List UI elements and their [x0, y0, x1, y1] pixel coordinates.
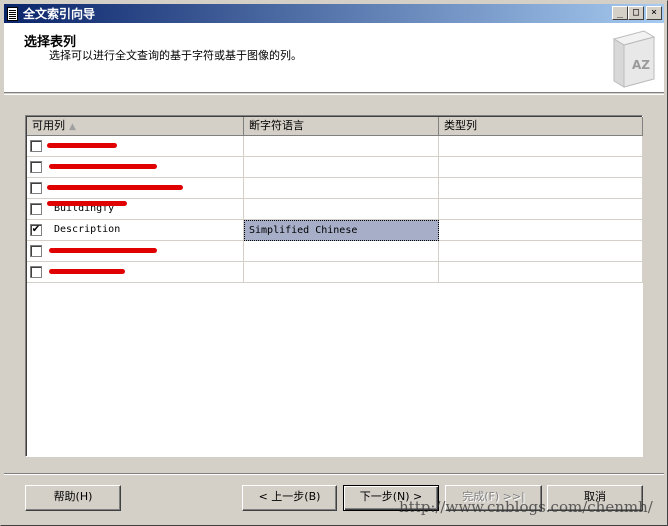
- redaction-mark: [49, 269, 125, 274]
- wizard-header: 选择表列 选择可以进行全文查询的基于字符或基于图像的列。 AZ: [4, 23, 664, 93]
- language-cell[interactable]: [244, 241, 439, 262]
- type-column-cell[interactable]: [439, 241, 643, 262]
- table-row[interactable]: ✔ Description Simplified Chinese: [27, 220, 643, 241]
- redaction-mark: [49, 248, 157, 253]
- table-row[interactable]: [27, 157, 643, 178]
- row-checkbox[interactable]: [30, 245, 42, 257]
- available-column-cell: [27, 157, 244, 178]
- help-button[interactable]: 帮助(H): [25, 485, 121, 511]
- language-cell[interactable]: [244, 178, 439, 199]
- language-cell[interactable]: [244, 136, 439, 157]
- type-column-cell[interactable]: [439, 178, 643, 199]
- language-cell[interactable]: [244, 262, 439, 283]
- row-checkbox[interactable]: [30, 140, 42, 152]
- maximize-button[interactable]: □: [628, 6, 644, 20]
- close-button[interactable]: ×: [646, 6, 662, 20]
- table-row[interactable]: [27, 262, 643, 283]
- book-az-label: AZ: [632, 58, 650, 72]
- window-title: 全文索引向导: [23, 7, 96, 21]
- column-header-type[interactable]: 类型列: [439, 117, 643, 136]
- row-checkbox[interactable]: [30, 266, 42, 278]
- redaction-mark: [49, 164, 157, 169]
- title-bar[interactable]: 全文索引向导 _ □ ×: [4, 4, 664, 23]
- app-icon: [7, 6, 18, 21]
- column-header-language[interactable]: 断字符语言: [244, 117, 439, 136]
- available-column-cell: [27, 262, 244, 283]
- language-cell[interactable]: [244, 157, 439, 178]
- column-name: Description: [54, 224, 121, 235]
- language-cell[interactable]: [244, 199, 439, 220]
- redaction-mark: [47, 185, 183, 190]
- row-checkbox[interactable]: [30, 161, 42, 173]
- row-checkbox[interactable]: ✔: [30, 224, 42, 236]
- columns-grid[interactable]: 可用列 ▲ 断字符语言 类型列 Buildingfy ✔ Description Sim…: [25, 115, 643, 457]
- type-column-cell[interactable]: [439, 199, 643, 220]
- header-divider: [4, 94, 664, 95]
- column-header-available[interactable]: 可用列 ▲: [27, 117, 244, 136]
- available-column-cell: ✔ Description: [27, 220, 244, 241]
- table-row[interactable]: Buildingfy: [27, 199, 643, 220]
- available-column-cell: [27, 241, 244, 262]
- available-column-cell: [27, 136, 244, 157]
- type-column-cell[interactable]: [439, 136, 643, 157]
- row-checkbox[interactable]: [30, 203, 42, 215]
- type-column-cell[interactable]: [439, 157, 643, 178]
- available-column-cell: [27, 178, 244, 199]
- wizard-window: 全文索引向导 _ □ × 选择表列 选择可以进行全文查询的基于字符或基于图像的列…: [0, 0, 668, 526]
- table-row[interactable]: [27, 178, 643, 199]
- sort-ascending-icon: ▲: [69, 122, 76, 132]
- minimize-button[interactable]: _: [612, 6, 628, 20]
- page-subtitle: 选择可以进行全文查询的基于字符或基于图像的列。: [49, 49, 302, 62]
- type-column-cell[interactable]: [439, 262, 643, 283]
- table-row[interactable]: [27, 241, 643, 262]
- redaction-mark: [47, 201, 127, 206]
- row-checkbox[interactable]: [30, 182, 42, 194]
- language-cell[interactable]: Simplified Chinese: [244, 220, 439, 241]
- dictionary-book-icon: AZ: [612, 30, 656, 88]
- type-column-cell[interactable]: [439, 220, 643, 241]
- available-column-cell: Buildingfy: [27, 199, 244, 220]
- table-row[interactable]: [27, 136, 643, 157]
- redaction-mark: [47, 143, 117, 148]
- watermark-text: http://www.cnblogs.com/chenmh/: [399, 498, 653, 516]
- back-button[interactable]: < 上一步(B): [242, 485, 337, 511]
